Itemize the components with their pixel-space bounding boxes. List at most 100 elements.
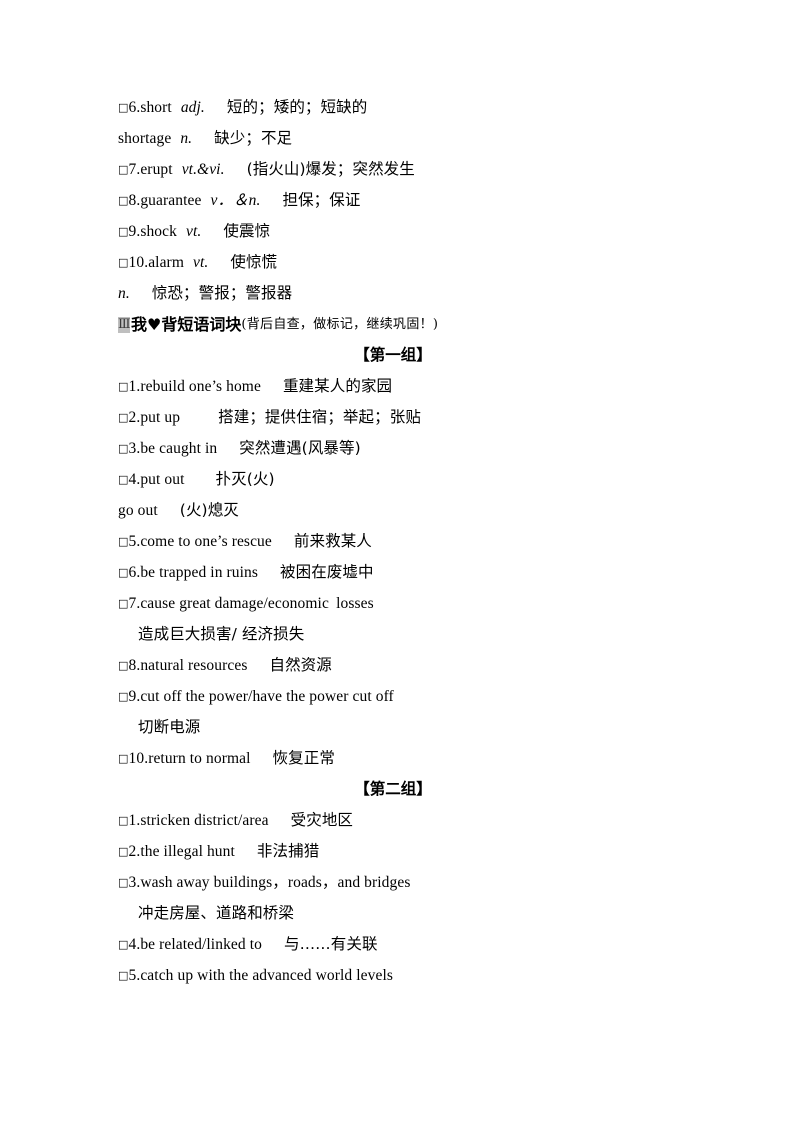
phrase-number: 4. [128,471,141,488]
section-title: 我♥背短语词块 [131,315,242,334]
phrase-entry: □9.cut off the power/have the power cut … [118,681,678,712]
word-pos: n. [180,130,193,147]
phrase-meaning: 前来救某人 [293,532,372,550]
word-meaning: 缺少；不足 [214,129,293,147]
phrase-number: 8. [128,657,141,674]
word-term: guarantee [140,192,202,209]
group-title: 【第二组】 [354,780,432,798]
checkbox-icon[interactable]: □ [118,194,129,207]
phrase-number: 7. [128,595,141,612]
phrase-entry: □3.wash away buildings，roads，and bridges [118,867,678,898]
phrase-number: 3. [128,440,141,457]
word-term: shortage [118,130,172,147]
word-number: 10. [128,254,149,271]
phrase-meaning: 恢复正常 [272,749,335,767]
checkbox-icon[interactable]: □ [118,938,129,951]
phrase-entry: □3.be caught in 突然遭遇(风暴等) [118,433,678,464]
phrase-text: rebuild one’s home [140,378,261,395]
word-entry: □9.shock vt. 使震惊 [118,216,678,247]
phrase-number: 2. [128,409,141,426]
phrase-continuation: 切断电源 [118,712,678,743]
document-page: □6.short adj. 短的；矮的；短缺的 shortage n. 缺少；不足 □7… [0,0,794,1123]
checkbox-icon[interactable]: □ [118,876,129,889]
phrase-number: 1. [128,378,141,395]
checkbox-icon[interactable]: □ [118,411,129,424]
phrase-meaning: 非法捕猎 [256,842,320,860]
phrase-continuation: 冲走房屋、道路和桥梁 [118,898,678,929]
phrase-text: natural resources [140,657,248,674]
checkbox-icon[interactable]: □ [118,659,129,672]
phrase-meaning: 搭建；提供住宿；举起；张贴 [218,408,421,426]
phrase-meaning: (火)熄灭 [179,501,239,519]
phrase-continuation: 造成巨大损害/ 经济损失 [118,619,678,650]
word-number: 7. [128,161,141,178]
phrase-entry: □1.stricken district/area 受灾地区 [118,805,678,836]
phrase-meaning: 重建某人的家园 [282,377,393,395]
checkbox-icon[interactable]: □ [118,101,129,114]
phrase-text: wash away buildings，roads，and bridges [140,874,411,891]
phrase-text: go out [118,502,158,519]
checkbox-icon[interactable]: □ [118,225,129,238]
section-header: Ⅲ 我♥背短语词块 (背后自查，做标记，继续巩固！) [118,309,678,340]
word-meaning: (指火山)爆发；突然发生 [246,160,415,178]
phrase-text: put up [140,409,181,426]
phrase-entry: □1.rebuild one’s home 重建某人的家园 [118,371,678,402]
phrase-number: 2. [128,843,141,860]
phrase-meaning: 自然资源 [269,656,332,674]
phrase-text: cut off the power/have the power cut off [140,688,394,705]
checkbox-icon[interactable]: □ [118,597,129,610]
phrase-number: 5. [128,533,141,550]
checkbox-icon[interactable]: □ [118,969,129,982]
word-pos: vt. [186,223,202,240]
phrase-meaning: 与……有关联 [283,935,378,953]
word-meaning: 使震惊 [223,222,271,240]
phrase-entry: □7.cause great damage/economic losses [118,588,678,619]
word-number: 8. [128,192,141,209]
word-pos: vt. [192,254,209,271]
word-entry: □7.erupt vt.&vi. (指火山)爆发；突然发生 [118,154,678,185]
phrase-number: 3. [128,874,141,891]
checkbox-icon[interactable]: □ [118,256,129,269]
phrase-meaning: 突然遭遇(风暴等) [239,439,361,457]
checkbox-icon[interactable]: □ [118,814,129,827]
checkbox-icon[interactable]: □ [118,752,129,765]
phrase-entry: □5.come to one’s rescue 前来救某人 [118,526,678,557]
phrase-number: 5. [128,967,141,984]
word-meaning: 短的；矮的；短缺的 [226,98,368,116]
phrase-entry: □2.the illegal hunt 非法捕猎 [118,836,678,867]
word-meaning: 惊恐；警报；警报器 [151,284,293,302]
phrase-entry: □2.put up 搭建；提供住宿；举起；张贴 [118,402,678,433]
checkbox-icon[interactable]: □ [118,535,129,548]
checkbox-icon[interactable]: □ [118,845,129,858]
checkbox-icon[interactable]: □ [118,690,129,703]
word-term: short [140,99,172,116]
word-pos: v．＆n. [210,192,261,209]
phrase-text: cause great damage/economic losses [140,595,374,612]
phrase-entry: go out (火)熄灭 [118,495,678,526]
checkbox-icon[interactable]: □ [118,566,129,579]
phrase-text: be trapped in ruins [140,564,259,581]
phrase-number: 9. [128,688,141,705]
phrase-number: 10. [128,750,149,767]
word-term: erupt [140,161,173,178]
group-title: 【第一组】 [354,346,432,364]
roman-numeral-three-icon: Ⅲ [118,316,130,333]
phrase-text: put out [140,471,185,488]
word-number: 9. [128,223,141,240]
checkbox-icon[interactable]: □ [118,380,129,393]
phrase-text: be related/linked to [140,936,262,953]
checkbox-icon[interactable]: □ [118,163,129,176]
word-entry: □8.guarantee v．＆n. 担保；保证 [118,185,678,216]
phrase-entry: □4.be related/linked to 与……有关联 [118,929,678,960]
phrase-text: stricken district/area [140,812,269,829]
checkbox-icon[interactable]: □ [118,442,129,455]
word-entry: □10.alarm vt. 使惊慌 [118,247,678,278]
phrase-entry: □6.be trapped in ruins 被困在废墟中 [118,557,678,588]
phrase-number: 6. [128,564,141,581]
word-pos: n. [118,285,130,302]
document-content: □6.short adj. 短的；矮的；短缺的 shortage n. 缺少；不足 □7… [118,92,678,991]
phrase-text: catch up with the advanced world levels [140,967,393,984]
word-term: shock [140,223,177,240]
checkbox-icon[interactable]: □ [118,473,129,486]
phrase-text: be caught in [140,440,218,457]
